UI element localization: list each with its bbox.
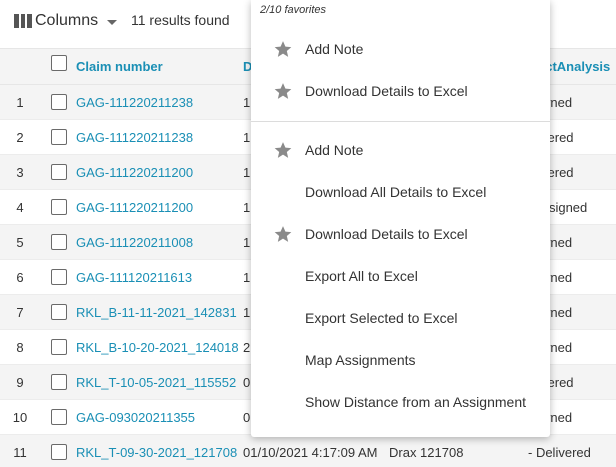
menu-divider (251, 121, 550, 122)
select-all-checkbox[interactable] (51, 45, 68, 80)
date-cell: 1 (243, 269, 251, 285)
date-cell: 1 (243, 234, 251, 250)
claim-number-link[interactable]: GAG-111220211200 (76, 190, 193, 224)
row-checkbox[interactable] (51, 260, 68, 294)
row-checkbox[interactable] (51, 295, 68, 329)
columns-label: Columns (35, 12, 99, 29)
menu-item-label: Add Note (305, 41, 364, 57)
results-count: 11 results found (131, 12, 230, 28)
menu-item-download-all-details-to-excel[interactable]: Download All Details to Excel (251, 172, 550, 212)
claim-number-link[interactable]: RKL_B-10-20-2021_124018 (76, 330, 239, 364)
menu-item-add-note[interactable]: Add Note (251, 130, 550, 170)
row-checkbox[interactable] (51, 120, 68, 154)
row-number: 10 (12, 409, 28, 425)
column-header-claim-number[interactable]: Claim number (76, 49, 163, 84)
actions-menu: 2/10 favorites Add Note Download Details … (251, 0, 550, 437)
row-number: 8 (16, 339, 24, 355)
menu-item-export-all-to-excel[interactable]: Export All to Excel (251, 256, 550, 296)
row-number: 6 (16, 269, 24, 285)
status-cell: - Delivered (528, 444, 591, 460)
menu-item-label: Download Details to Excel (305, 226, 468, 242)
row-checkbox[interactable] (51, 365, 68, 399)
row-checkbox[interactable] (51, 155, 68, 189)
menu-item-label: Show Distance from an Assignment (305, 394, 526, 410)
claim-number-link[interactable]: RKL_B-11-11-2021_142831 (76, 295, 237, 329)
star-icon[interactable] (273, 140, 293, 160)
date-cell: 2 (243, 339, 251, 355)
claim-number-link[interactable]: GAG-111220211238 (76, 120, 193, 154)
claim-number-link[interactable]: RKL_T-10-05-2021_115552 (76, 365, 236, 399)
row-number: 9 (16, 374, 24, 390)
star-icon[interactable] (273, 224, 293, 244)
row-checkbox[interactable] (51, 190, 68, 224)
menu-item-download-details-to-excel[interactable]: Download Details to Excel (251, 214, 550, 254)
claim-number-link[interactable]: GAG-111120211613 (76, 260, 192, 294)
row-number: 1 (16, 94, 24, 110)
row-number: 7 (16, 304, 24, 320)
menu-item-add-note[interactable]: Add Note (251, 29, 550, 69)
date-cell: 01/10/2021 4:17:09 AM (243, 444, 378, 460)
row-number: 2 (16, 129, 24, 145)
date-cell: 1 (243, 94, 251, 110)
row-checkbox[interactable] (51, 85, 68, 119)
row-checkbox[interactable] (51, 225, 68, 259)
claim-number-link[interactable]: GAG-111220211008 (76, 225, 193, 259)
row-number: 4 (16, 199, 24, 215)
date-cell: 0 (243, 374, 251, 390)
menu-item-download-details-to-excel[interactable]: Download Details to Excel (251, 71, 550, 111)
columns-button[interactable]: Columns (14, 10, 118, 32)
row-checkbox[interactable] (51, 330, 68, 364)
star-icon[interactable] (273, 81, 293, 101)
table-row[interactable]: 11 RKL_T-09-30-2021_121708 01/10/2021 4:17… (0, 435, 616, 467)
row-checkbox[interactable] (51, 435, 68, 467)
star-icon[interactable] (273, 39, 293, 59)
date-cell: 0 (243, 409, 251, 425)
row-number: 11 (13, 444, 27, 460)
claim-number-link[interactable]: GAG-093020211355 (76, 400, 195, 434)
menu-item-show-distance-from-an-assignment[interactable]: Show Distance from an Assignment (251, 382, 550, 422)
claim-number-link[interactable]: GAG-111220211238 (76, 85, 193, 119)
claim-number-link[interactable]: RKL_T-09-30-2021_121708 (76, 435, 237, 467)
date-cell: 1 (243, 164, 251, 180)
menu-item-label: Export Selected to Excel (305, 310, 458, 326)
row-number: 5 (16, 234, 24, 250)
row-number: 3 (16, 164, 24, 180)
date-cell: 1 (243, 199, 251, 215)
menu-item-label: Add Note (305, 142, 364, 158)
claim-number-link[interactable]: GAG-111220211200 (76, 155, 193, 189)
menu-item-label: Map Assignments (305, 352, 416, 368)
row-checkbox[interactable] (51, 400, 68, 434)
menu-item-label: Download All Details to Excel (305, 184, 487, 200)
menu-item-export-selected-to-excel[interactable]: Export Selected to Excel (251, 298, 550, 338)
menu-item-label: Export All to Excel (305, 268, 418, 284)
chevron-down-icon (107, 19, 118, 25)
date-cell: 1 (243, 129, 251, 145)
menu-item-map-assignments[interactable]: Map Assignments (251, 340, 550, 380)
date-cell: 1 (243, 304, 251, 320)
columns-icon (14, 14, 33, 28)
name-cell: Drax 121708 (389, 444, 464, 460)
favorites-caption: 2/10 favorites (260, 4, 327, 16)
menu-item-label: Download Details to Excel (305, 83, 468, 99)
